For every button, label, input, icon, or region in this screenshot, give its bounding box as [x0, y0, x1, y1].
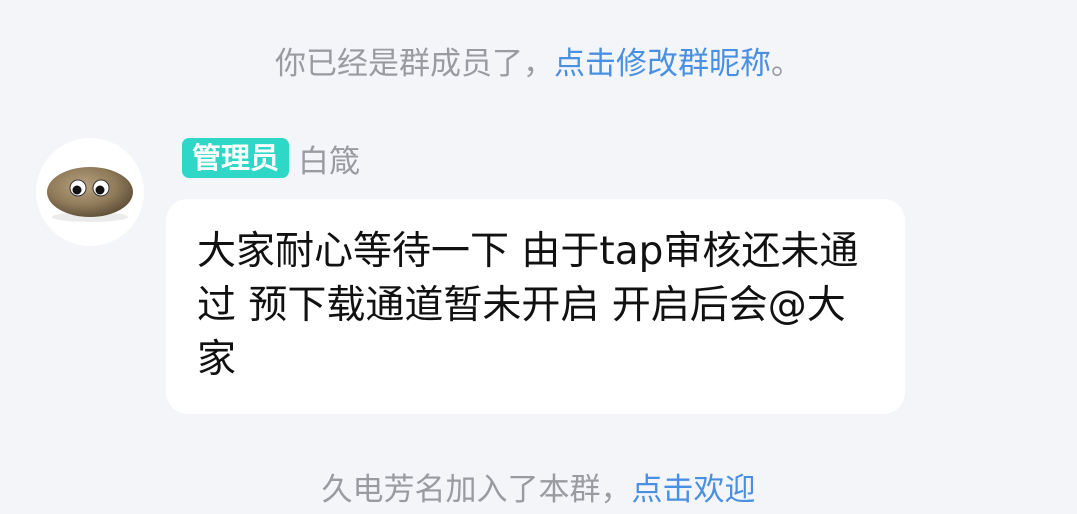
sender-line: 管理员 白箴	[182, 136, 360, 181]
member-joined-notice: 久电芳名加入了本群，点击欢迎	[0, 466, 1077, 514]
pebble-avatar-icon	[47, 167, 133, 222]
joined-text: 久电芳名加入了本群，	[321, 472, 632, 508]
notice-suffix: 。	[771, 46, 802, 82]
sender-name[interactable]: 白箴	[298, 136, 360, 181]
message-bubble[interactable]: 大家耐心等待一下 由于tap审核还未通过 预下载通道暂未开启 开启后会@大家	[166, 199, 905, 414]
avatar[interactable]	[36, 138, 144, 246]
edit-nickname-link[interactable]: 点击修改群昵称	[554, 46, 771, 82]
group-member-notice: 你已经是群成员了，点击修改群昵称。	[0, 40, 1077, 88]
admin-badge: 管理员	[182, 138, 290, 178]
message-text: 大家耐心等待一下 由于tap审核还未通过 预下载通道暂未开启 开启后会@大家	[197, 229, 859, 382]
notice-text: 你已经是群成员了，	[275, 46, 554, 82]
welcome-link[interactable]: 点击欢迎	[632, 472, 756, 508]
